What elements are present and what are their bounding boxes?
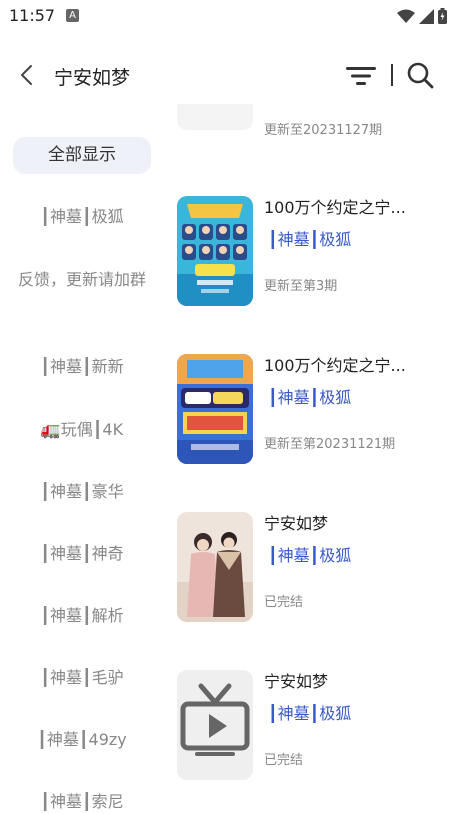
- header-divider: [391, 64, 393, 86]
- sidebar-item-source[interactable]: ┃神墓┃索尼: [13, 789, 151, 814]
- filter-icon[interactable]: [344, 62, 378, 90]
- result-card[interactable]: 宁安如梦 ┃神墓┃极狐 已完结: [165, 512, 455, 624]
- result-title: 100万个约定之宁...: [264, 356, 406, 375]
- sidebar-item-feedback[interactable]: 反馈，更新请加群: [13, 267, 151, 292]
- result-source: ┃神墓┃极狐: [268, 230, 352, 249]
- sidebar-item-source[interactable]: ┃神墓┃豪华: [13, 479, 151, 504]
- source-sidebar: 全部显示 ┃神墓┃极狐 反馈，更新请加群 ┃神墓┃新新 🚛玩偶┃4K ┃神墓┃豪…: [0, 104, 165, 811]
- poster-thumbnail[interactable]: [177, 104, 253, 130]
- sidebar-item-source[interactable]: ┃神墓┃新新: [13, 354, 151, 379]
- sidebar-item-all[interactable]: 全部显示: [13, 137, 151, 174]
- sidebar-item-source[interactable]: ┃神墓┃神奇: [13, 541, 151, 566]
- sidebar-item-source[interactable]: ┃神墓┃毛驴: [13, 665, 151, 690]
- result-title: 100万个约定之宁...: [264, 198, 406, 217]
- result-card[interactable]: 宁安如梦 ┃神墓┃极狐 已完结: [165, 670, 455, 782]
- result-status: 更新至第3期: [264, 279, 338, 294]
- poster-thumbnail: [177, 512, 253, 622]
- result-title: 宁安如梦: [264, 514, 329, 533]
- sidebar-item-source[interactable]: 🚛玩偶┃4K: [13, 417, 151, 442]
- back-icon[interactable]: [12, 60, 42, 90]
- notification-a-icon: A: [66, 9, 79, 22]
- page-title: 宁安如梦: [54, 67, 131, 89]
- poster-placeholder: [177, 670, 253, 780]
- sidebar-item-source[interactable]: ┃神墓┃49zy: [13, 727, 151, 752]
- result-source: ┃神墓┃极狐: [268, 546, 352, 565]
- result-status: 已完结: [264, 595, 304, 610]
- sidebar-item-source[interactable]: ┃神墓┃解析: [13, 603, 151, 628]
- header: 宁安如梦: [0, 48, 455, 104]
- wifi-icon: [397, 9, 415, 23]
- status-time: 11:57: [9, 6, 56, 25]
- status-bar: 11:57 A: [0, 0, 455, 32]
- result-card[interactable]: 100万个约定之宁... ┃神墓┃极狐 更新至第3期: [165, 196, 455, 308]
- result-card[interactable]: 100万个约定之宁... ┃神墓┃极狐 更新至第20231121期: [165, 354, 455, 466]
- search-icon[interactable]: [405, 60, 435, 90]
- poster-thumbnail: [177, 196, 253, 306]
- status-icons: [397, 8, 447, 24]
- sidebar-item-source[interactable]: ┃神墓┃极狐: [13, 204, 151, 229]
- result-status: 更新至第20231121期: [264, 437, 396, 452]
- signal-icon: [419, 8, 434, 24]
- poster-thumbnail: [177, 354, 253, 464]
- result-status: 已完结: [264, 753, 304, 768]
- result-title: 宁安如梦: [264, 672, 329, 691]
- battery-icon: [438, 8, 447, 24]
- result-source: ┃神墓┃极狐: [268, 388, 352, 407]
- result-source: ┃神墓┃极狐: [268, 704, 352, 723]
- result-status: 更新至20231127期: [264, 123, 383, 138]
- results-list: 更新至20231127期 100万个约定之宁... ┃神墓┃极狐 更新至第3期 …: [165, 104, 455, 810]
